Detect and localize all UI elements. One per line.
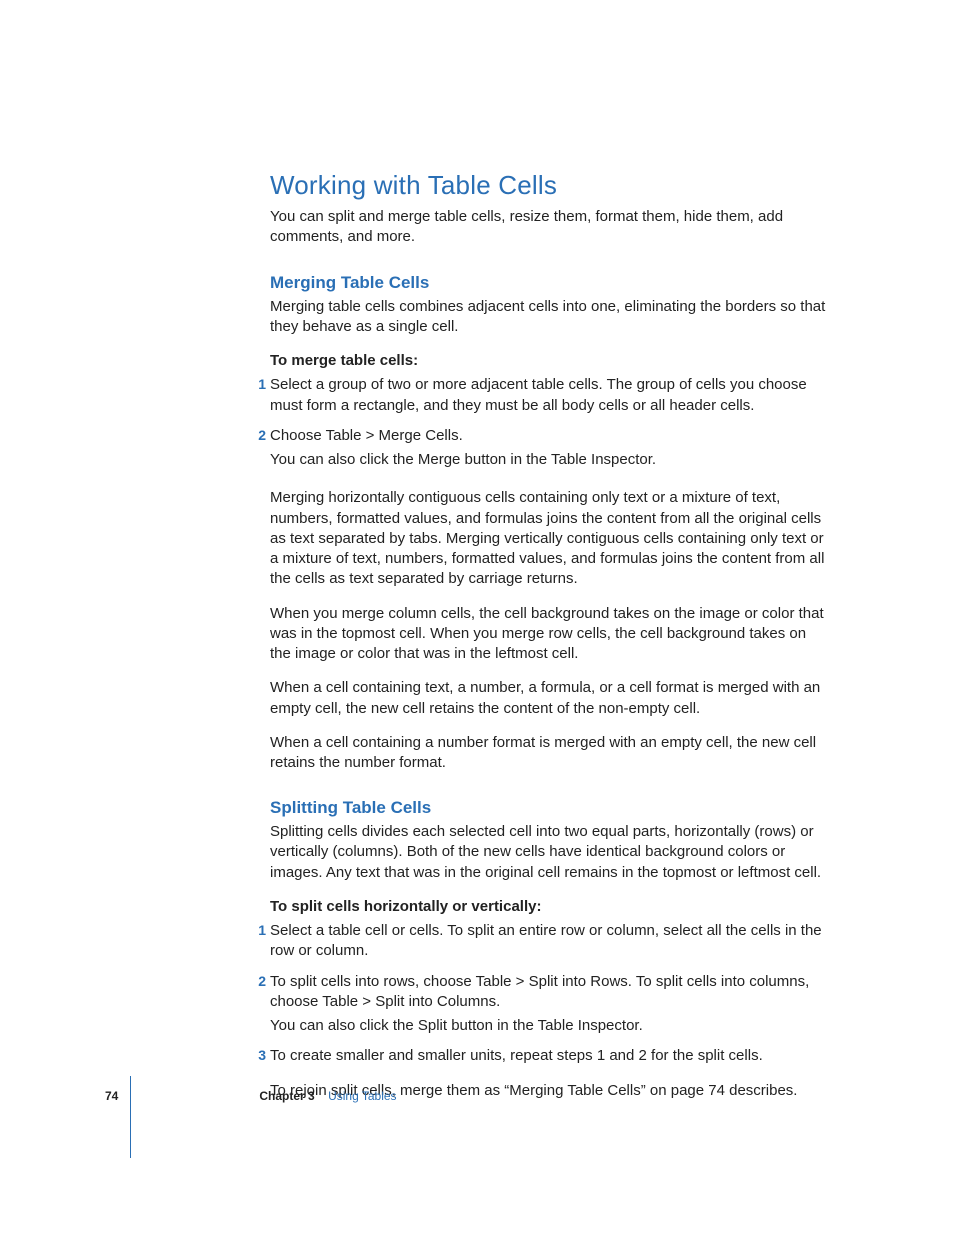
step-text: Choose Table > Merge Cells. bbox=[270, 426, 830, 446]
step-number: 2 bbox=[252, 426, 266, 445]
merge-step-1: 1 Select a group of two or more adjacent… bbox=[270, 375, 830, 416]
step-followup: You can also click the Split button in t… bbox=[270, 1016, 830, 1036]
merge-paragraph-4: When a cell containing a number format i… bbox=[270, 733, 830, 774]
merge-step-2: 2 Choose Table > Merge Cells. You can al… bbox=[270, 426, 830, 471]
step-number: 3 bbox=[252, 1046, 266, 1065]
step-followup: You can also click the Merge button in t… bbox=[270, 450, 830, 470]
section-heading-splitting: Splitting Table Cells bbox=[270, 797, 830, 820]
split-step-1: 1 Select a table cell or cells. To split… bbox=[270, 921, 830, 962]
section-desc-merging: Merging table cells combines adjacent ce… bbox=[270, 297, 830, 338]
page-heading: Working with Table Cells bbox=[270, 168, 830, 203]
step-number: 1 bbox=[252, 375, 266, 394]
merge-paragraph-2: When you merge column cells, the cell ba… bbox=[270, 604, 830, 665]
page-footer: 74 Chapter 3 Using Tables bbox=[105, 1088, 397, 1104]
split-step-2: 2 To split cells into rows, choose Table… bbox=[270, 972, 830, 1037]
step-text: Select a group of two or more adjacent t… bbox=[270, 375, 830, 416]
step-text: To create smaller and smaller units, rep… bbox=[270, 1046, 830, 1066]
chapter-label: Chapter 3 bbox=[259, 1089, 314, 1103]
section-heading-merging: Merging Table Cells bbox=[270, 272, 830, 295]
page: Working with Table Cells You can split a… bbox=[0, 0, 954, 1235]
section-desc-splitting: Splitting cells divides each selected ce… bbox=[270, 822, 830, 883]
intro-paragraph: You can split and merge table cells, res… bbox=[270, 207, 830, 248]
instructions-label-split: To split cells horizontally or verticall… bbox=[270, 897, 830, 917]
merge-paragraph-3: When a cell containing text, a number, a… bbox=[270, 678, 830, 719]
instructions-label-merge: To merge table cells: bbox=[270, 351, 830, 371]
content-column: Working with Table Cells You can split a… bbox=[270, 168, 830, 1111]
step-text: To split cells into rows, choose Table >… bbox=[270, 972, 830, 1013]
step-number: 2 bbox=[252, 972, 266, 991]
chapter-title: Using Tables bbox=[328, 1089, 396, 1103]
merge-paragraph-1: Merging horizontally contiguous cells co… bbox=[270, 488, 830, 589]
chapter-ref: Chapter 3 Using Tables bbox=[259, 1088, 396, 1104]
step-number: 1 bbox=[252, 921, 266, 940]
page-number: 74 bbox=[105, 1088, 118, 1104]
step-text: Select a table cell or cells. To split a… bbox=[270, 921, 830, 962]
